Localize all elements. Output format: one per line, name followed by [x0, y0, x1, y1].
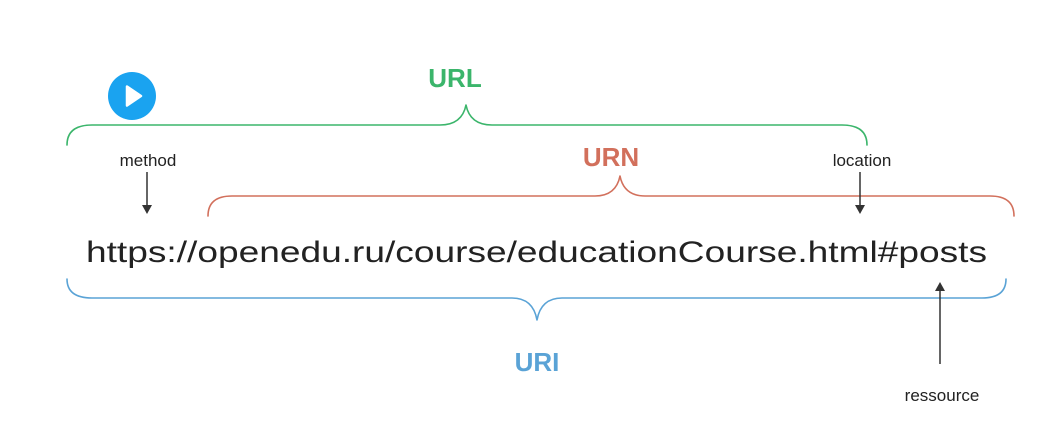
method-arrow-head [142, 205, 152, 214]
diagram-canvas: URL URN URI https://openedu.ru/course/ed… [66, 63, 1015, 405]
address-text: https://openedu.ru/course/educationCours… [86, 236, 987, 269]
url-label: URL [428, 63, 482, 93]
url-brace [66, 104, 868, 146]
uri-brace [66, 278, 1007, 321]
location-label: location [833, 151, 892, 170]
resource-label: ressource [905, 386, 980, 405]
uri-diagram: URL URN URI https://openedu.ru/course/ed… [0, 0, 1064, 439]
urn-label: URN [583, 142, 639, 172]
play-icon [108, 72, 156, 120]
urn-brace [207, 175, 1015, 217]
method-label: method [120, 151, 177, 170]
location-arrow-head [855, 205, 865, 214]
play-button[interactable] [108, 72, 156, 120]
resource-arrow-head [935, 282, 945, 291]
uri-label: URI [515, 347, 560, 377]
